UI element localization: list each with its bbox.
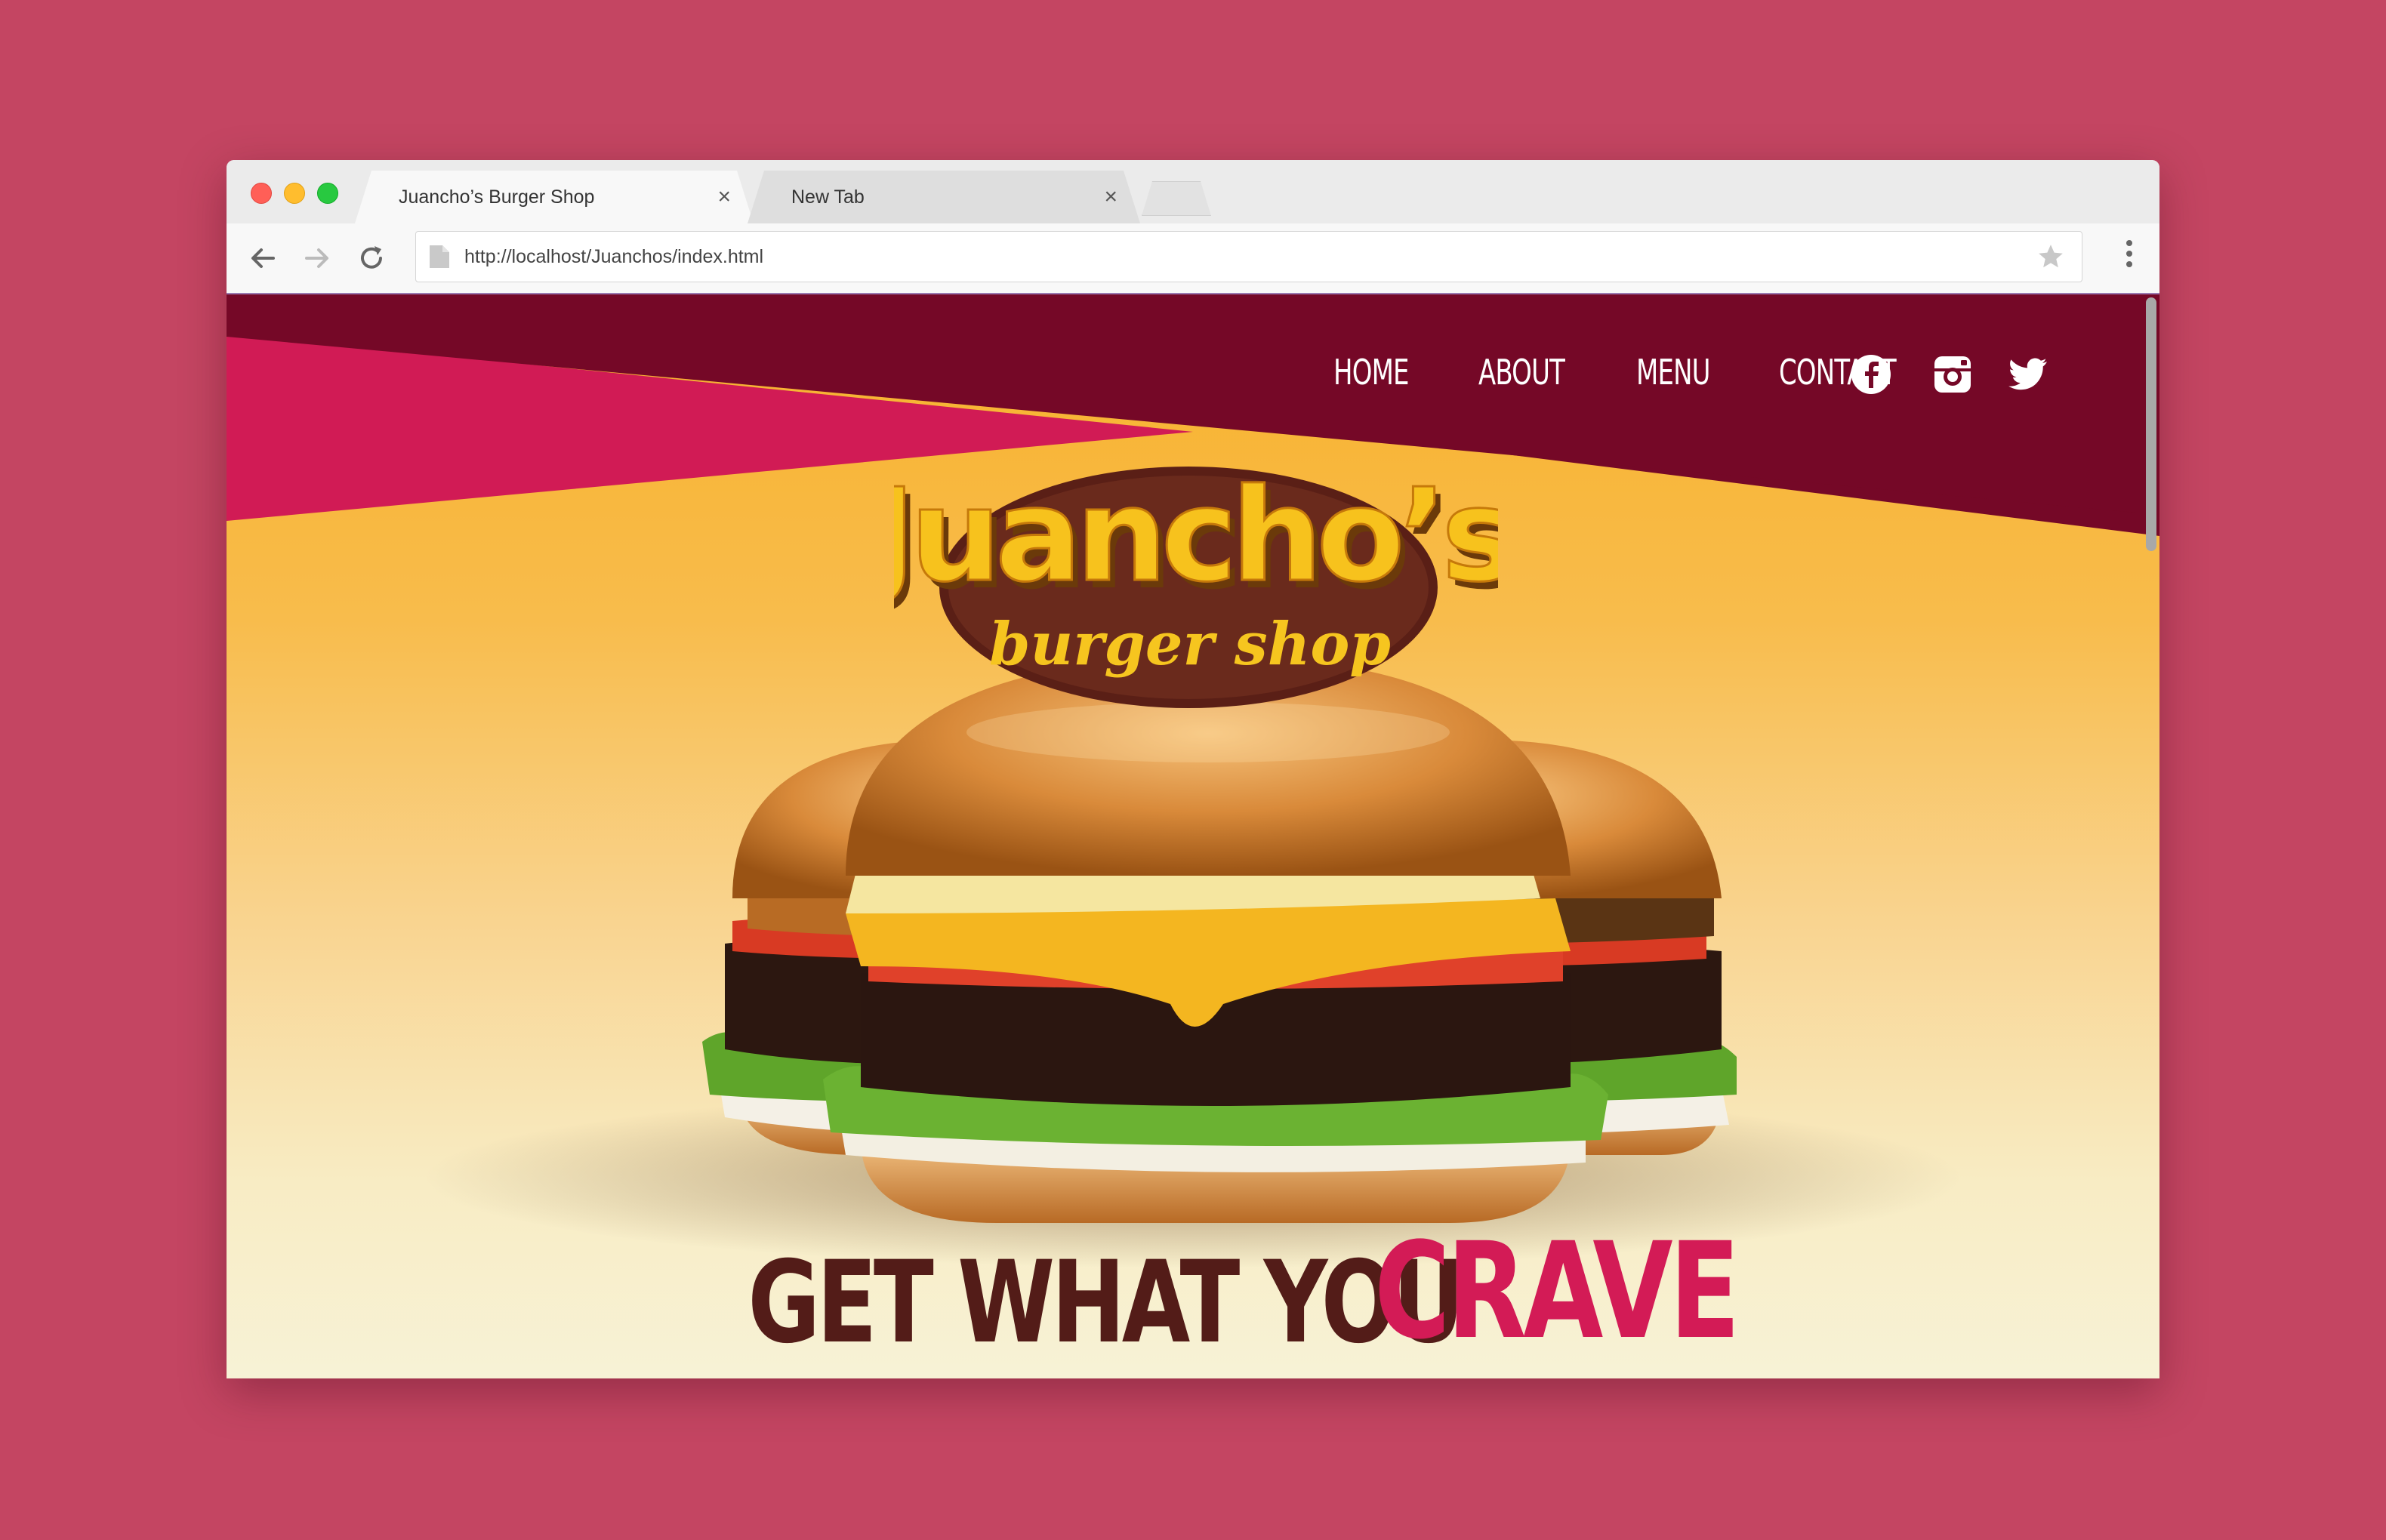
tab-close-icon[interactable]: × bbox=[717, 186, 731, 208]
facebook-icon[interactable] bbox=[1848, 352, 1894, 397]
hero-headline: GET WHAT YOU CRAVE bbox=[227, 1214, 2159, 1369]
more-vert-icon[interactable] bbox=[2125, 240, 2134, 278]
center-burger bbox=[823, 657, 1608, 1223]
burgers-illustration bbox=[423, 657, 1963, 1268]
tab-close-icon[interactable]: × bbox=[1104, 186, 1117, 208]
tab-new-tab[interactable]: New Tab × bbox=[748, 171, 1140, 223]
arrow-left-icon[interactable] bbox=[248, 243, 278, 273]
close-window-button[interactable] bbox=[251, 183, 272, 204]
page-icon bbox=[430, 245, 449, 268]
headline-main: GET WHAT YOU bbox=[748, 1237, 1465, 1369]
logo-subtitle: burger shop bbox=[989, 610, 1391, 679]
star-icon[interactable] bbox=[2036, 242, 2065, 271]
address-bar[interactable]: http://localhost/Juanchos/index.html bbox=[415, 231, 2082, 282]
url-text: http://localhost/Juanchos/index.html bbox=[464, 246, 764, 267]
arrow-right-icon[interactable] bbox=[302, 243, 332, 273]
new-tab-button[interactable] bbox=[1142, 181, 1211, 216]
page-viewport: HOME ABOUT MENU CONTACT Juancho’s Juanch… bbox=[227, 294, 2159, 1378]
nav-menu[interactable]: MENU bbox=[1636, 352, 1710, 393]
instagram-icon[interactable] bbox=[1930, 352, 1975, 397]
reload-icon[interactable] bbox=[356, 243, 387, 273]
minimize-window-button[interactable] bbox=[284, 183, 305, 204]
logo-title: Juancho’s bbox=[894, 461, 1498, 611]
browser-window: Juancho’s Burger Shop × New Tab × http:/… bbox=[227, 160, 2159, 1378]
tab-title: Juancho’s Burger Shop bbox=[399, 186, 595, 208]
nav-about[interactable]: ABOUT bbox=[1478, 352, 1565, 393]
twitter-icon[interactable] bbox=[2005, 352, 2051, 397]
juanchos-logo: Juancho’s Juancho’s burger shop bbox=[859, 444, 1524, 716]
browser-toolbar: http://localhost/Juanchos/index.html bbox=[227, 223, 2159, 294]
scrollbar-thumb[interactable] bbox=[2146, 297, 2156, 551]
maximize-window-button[interactable] bbox=[317, 183, 338, 204]
tab-strip: Juancho’s Burger Shop × New Tab × bbox=[227, 160, 2159, 223]
tab-title: New Tab bbox=[791, 186, 865, 208]
scrollbar[interactable] bbox=[2143, 294, 2159, 1378]
nav-home[interactable]: HOME bbox=[1333, 352, 1409, 393]
tab-juanchos[interactable]: Juancho’s Burger Shop × bbox=[355, 171, 754, 223]
headline-accent: CRAVE bbox=[1374, 1214, 1740, 1369]
logo-graphic: Juancho’s Juancho’s burger shop bbox=[859, 460, 1524, 708]
